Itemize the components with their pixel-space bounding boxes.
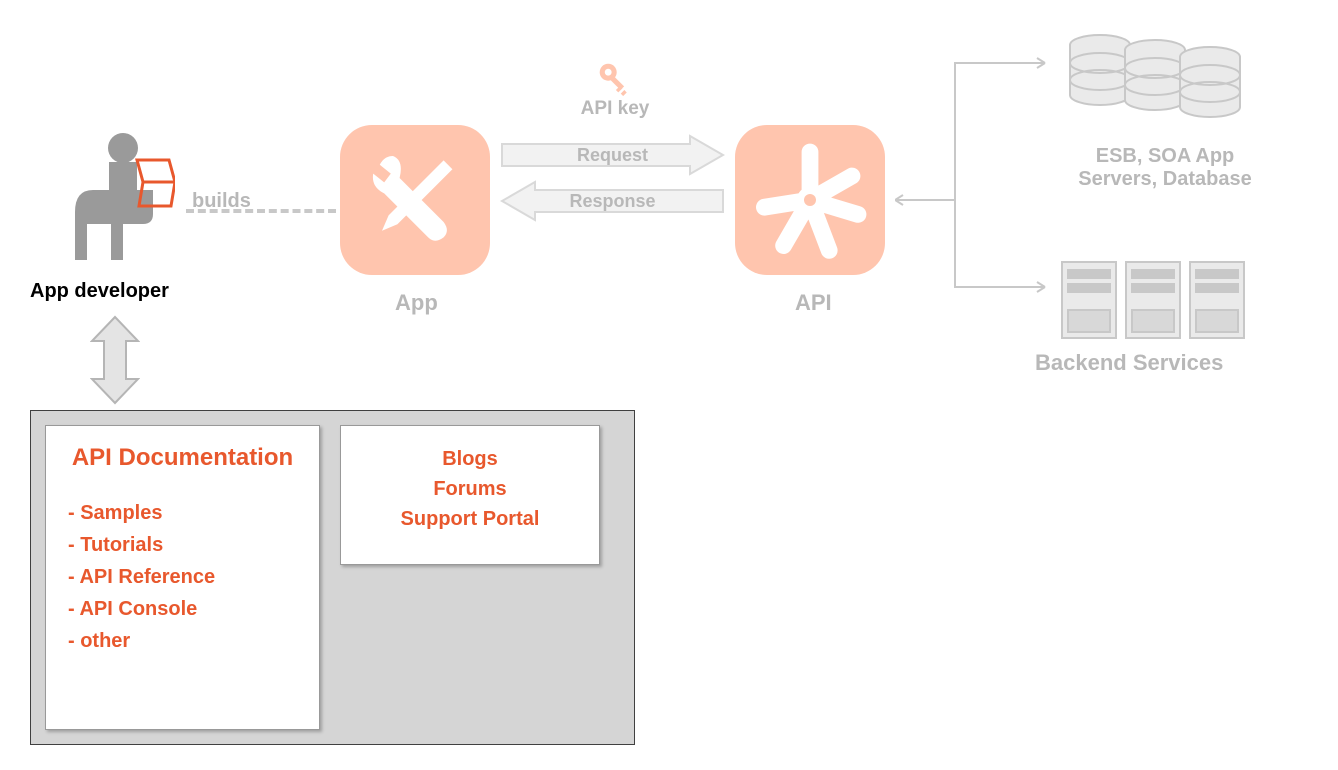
doc-list: - Samples - Tutorials - API Reference - … bbox=[68, 497, 297, 657]
builds-connector bbox=[186, 209, 336, 213]
doc-item: - other bbox=[68, 625, 297, 657]
doc-item: - API Reference bbox=[68, 561, 297, 593]
database-icon bbox=[1065, 25, 1245, 130]
developer-portal-connector bbox=[90, 315, 140, 405]
doc-title: API Documentation bbox=[68, 444, 297, 473]
backend-title: Backend Services bbox=[1035, 350, 1223, 376]
api-node bbox=[735, 125, 885, 275]
community-card: Blogs Forums Support Portal bbox=[340, 425, 600, 565]
response-arrow: Response bbox=[500, 180, 725, 222]
developer-figure bbox=[65, 130, 175, 275]
community-line: Blogs bbox=[363, 444, 577, 474]
developer-label: App developer bbox=[30, 280, 169, 303]
api-key-label: API key bbox=[581, 98, 650, 120]
community-line: Support Portal bbox=[363, 504, 577, 534]
key-icon bbox=[598, 62, 632, 96]
response-label: Response bbox=[569, 191, 655, 212]
servers-icon bbox=[1060, 260, 1250, 350]
app-node bbox=[340, 125, 490, 275]
api-label: API bbox=[795, 290, 832, 316]
doc-item: - Tutorials bbox=[68, 529, 297, 561]
request-label: Request bbox=[577, 145, 648, 166]
api-key-group: API key bbox=[525, 62, 705, 120]
app-label: App bbox=[395, 290, 438, 316]
api-documentation-card: API Documentation - Samples - Tutorials … bbox=[45, 425, 320, 730]
request-response-group: Request Response bbox=[500, 130, 725, 226]
request-arrow: Request bbox=[500, 134, 725, 176]
doc-item: - API Console bbox=[68, 593, 297, 625]
backend-connectors bbox=[895, 55, 1055, 300]
community-line: Forums bbox=[363, 474, 577, 504]
doc-item: - Samples bbox=[68, 497, 297, 529]
developer-portal: API Documentation - Samples - Tutorials … bbox=[30, 410, 635, 745]
backend-upper-label: ESB, SOA App Servers, Database bbox=[1070, 145, 1260, 191]
